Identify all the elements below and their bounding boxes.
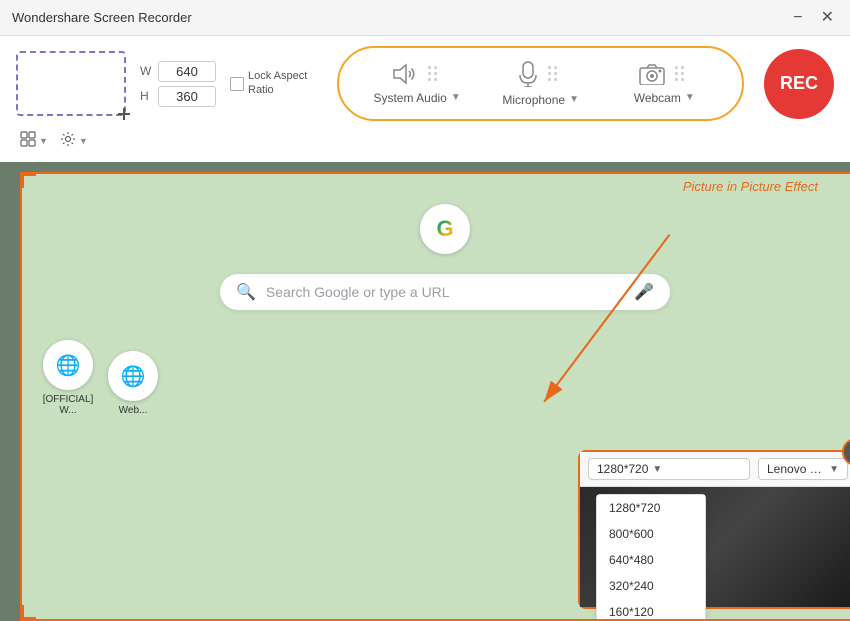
res-option-4[interactable]: 160*120 [597,599,705,621]
minimize-button[interactable]: − [789,10,806,26]
webcam-arrow: ▼ [685,92,695,103]
height-label: H [140,89,154,103]
settings-icon [60,131,76,150]
resolution-dropdown[interactable]: 1280*720 ▼ [588,458,750,480]
layout-arrow: ▼ [39,136,48,146]
corner-tl [22,174,36,188]
lock-checkbox[interactable] [230,77,244,91]
google-logo: G [420,204,470,254]
thumb-label-1: [OFFICIAL] W... [38,394,98,416]
system-audio-control: System Audio ▼ [355,63,479,105]
webcam-label: Webcam [634,91,681,105]
system-audio-label: System Audio [373,91,446,105]
area-selector [16,51,126,116]
res-dropdown-arrow: ▼ [652,464,662,475]
pip-label-text: Picture in Picture Effect [683,179,818,194]
search-placeholder: Search Google or type a URL [266,284,624,300]
height-row: H [140,86,216,107]
system-audio-arrow: ▼ [451,92,461,103]
main-area: G 🔍 Search Google or type a URL 🎤 🌐 [OFF… [0,162,850,611]
toolbar-row: ▼ ▼ Custom Full Screen 1 [16,129,834,156]
settings-arrow: ▼ [79,136,88,146]
control-top-row: W H Lock AspectRatio [16,46,834,121]
app-title: Wondershare Screen Recorder [12,10,192,25]
microphone-dropdown[interactable]: Microphone ▼ [502,93,579,107]
pip-label: Picture in Picture Effect [683,179,818,194]
control-panel: W H Lock AspectRatio [0,36,850,162]
corner-bl [22,605,36,619]
speaker-icon [392,63,418,85]
thumb-web-icon: 🌐 [121,364,146,389]
mic-drag-dots [542,66,563,81]
resolution-list: 1280*720 800*600 640*480 320*240 160*120 [596,494,706,621]
camera-dropdown[interactable]: Lenovo EasyC ▼ [758,458,848,480]
res-option-2[interactable]: 640*480 [597,547,705,573]
microphone-control: Microphone ▼ [479,61,603,107]
app-window: Wondershare Screen Recorder − ✕ W [0,0,850,611]
search-bar[interactable]: 🔍 Search Google or type a URL 🎤 [220,274,670,310]
resolution-selected: 1280*720 [597,462,648,476]
pip-top-bar: 1280*720 ▼ 1280*720 800*600 640*480 320*… [580,452,850,487]
width-row: W [140,61,216,82]
thumbnails-row: 🌐 [OFFICIAL] W... 🌐 Web... [22,330,850,426]
title-bar: Wondershare Screen Recorder − ✕ [0,0,850,36]
window-controls: − ✕ [789,10,838,26]
layout-icon [20,131,36,150]
width-input[interactable] [158,61,216,82]
thumb-circle-1: 🌐 [43,340,93,390]
lock-label: Lock AspectRatio [248,70,307,96]
thumb-item-1[interactable]: 🌐 [OFFICIAL] W... [38,340,98,416]
res-option-3[interactable]: 320*240 [597,573,705,599]
camera-label: Lenovo EasyC [767,462,825,476]
pip-overlay: + 1280*720 ▼ 1280*720 800*600 640*480 [578,450,850,609]
rec-button[interactable]: REC [764,49,834,119]
google-g-letter: G [436,216,453,242]
crosshair-vertical [123,108,125,120]
capture-area-preview [16,51,126,116]
dimensions-panel: W H [140,61,216,107]
thumb-item-2[interactable]: 🌐 Web... [108,351,158,416]
search-icon: 🔍 [236,282,256,302]
width-label: W [140,64,154,78]
cam-dropdown-arrow: ▼ [829,464,839,475]
audio-drag-dots [422,66,443,81]
webcam-control: Webcam ▼ [602,63,726,105]
thumb-circle-2: 🌐 [108,351,158,401]
close-button[interactable]: ✕ [817,10,838,26]
thumb-chrome-icon: 🌐 [56,353,81,378]
crosshair [118,108,130,120]
browser-content: G 🔍 Search Google or type a URL 🎤 🌐 [OFF… [20,172,850,621]
webcam-drag-dots [669,66,690,81]
mic-search-icon[interactable]: 🎤 [634,282,654,302]
resolution-wrapper: 1280*720 ▼ 1280*720 800*600 640*480 320*… [588,458,750,480]
microphone-arrow: ▼ [569,94,579,105]
thumb-label-2: Web... [119,405,148,416]
camera-icon [639,63,665,85]
media-controls-group: System Audio ▼ [337,46,744,121]
height-input[interactable] [158,86,216,107]
webcam-dropdown[interactable]: Webcam ▼ [634,91,695,105]
system-audio-dropdown[interactable]: System Audio ▼ [373,91,460,105]
layout-button[interactable]: ▼ [16,129,52,152]
mic-icon [518,61,538,87]
res-option-1[interactable]: 800*600 [597,521,705,547]
microphone-label: Microphone [502,93,565,107]
settings-button[interactable]: ▼ [56,129,92,152]
lock-aspect-ratio[interactable]: Lock AspectRatio [230,70,307,96]
res-option-0[interactable]: 1280*720 [597,495,705,521]
